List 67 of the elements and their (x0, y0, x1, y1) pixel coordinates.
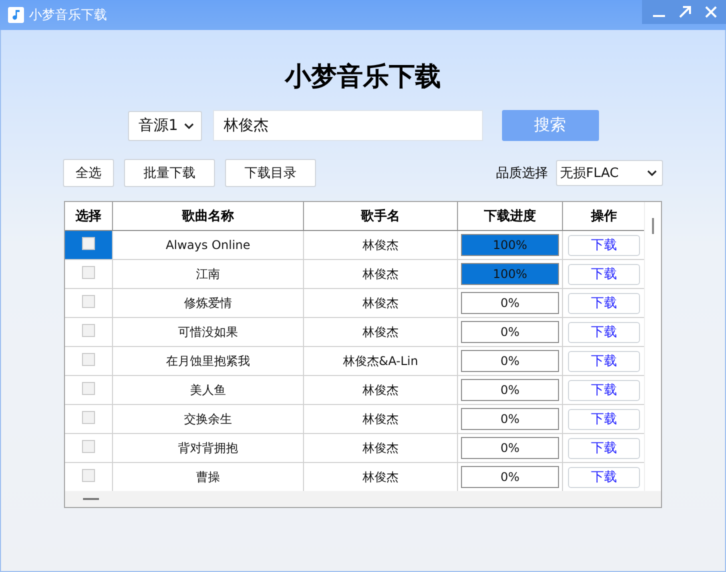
source-dropdown[interactable]: 音源1 (128, 110, 202, 140)
artist-name: 林俊杰&A-Lin (342, 352, 418, 370)
maximize-icon[interactable] (678, 5, 692, 19)
artist-name: 林俊杰 (362, 236, 398, 254)
download-button[interactable]: 下载 (568, 408, 640, 430)
checkbox[interactable] (82, 324, 95, 336)
artist-name: 林俊杰 (362, 440, 398, 456)
window-title: 小梦音乐下载 (29, 7, 107, 24)
song-title: Always Online (166, 238, 250, 252)
song-title: 交换余生 (184, 410, 232, 428)
chevron-icon (647, 170, 657, 176)
progress-text: 0% (500, 412, 520, 426)
artist-name: 林俊杰 (362, 294, 398, 312)
progress-text: 100% (492, 267, 528, 281)
checkbox[interactable] (82, 468, 95, 482)
download-button[interactable]: 下载 (568, 292, 640, 314)
song-title: 美人鱼 (190, 382, 226, 398)
checkbox[interactable] (82, 266, 95, 278)
chevron-icon (184, 122, 194, 128)
column-header: 歌手名 (304, 202, 458, 230)
progress-text: 0% (500, 354, 520, 368)
download-button[interactable]: 下载 (568, 438, 640, 458)
checkbox-cell[interactable] (65, 231, 113, 259)
artist-name: 林俊杰 (362, 324, 398, 340)
checkbox[interactable] (82, 382, 95, 394)
checkbox[interactable] (82, 440, 95, 452)
quality-dropdown[interactable]: 无损FLAC (556, 160, 663, 186)
download-button[interactable]: 下载 (568, 234, 640, 256)
scrollbar-thumb[interactable] (652, 218, 654, 234)
search-field[interactable]: 林俊杰 (212, 110, 482, 141)
progress-text: 0% (500, 383, 520, 397)
quality-label: 品质选择 (496, 165, 548, 182)
checkbox[interactable] (82, 236, 95, 250)
song-title: 背对背拥抱 (178, 440, 238, 456)
toolbar-button[interactable]: 批量下载 (124, 159, 215, 187)
app-heading: 小梦音乐下载 (285, 61, 441, 94)
column-header: 下载进度 (458, 202, 563, 230)
toolbar-button[interactable]: 下载目录 (225, 159, 316, 187)
download-button[interactable]: 下载 (568, 350, 640, 372)
artist-name: 林俊杰 (362, 410, 398, 428)
artist-name: 林俊杰 (362, 468, 398, 486)
artist-name: 林俊杰 (362, 382, 398, 398)
scrollbar-thumb[interactable] (83, 498, 99, 500)
artist-name: 林俊杰 (362, 266, 398, 282)
column-header: 选择 (65, 202, 113, 230)
song-title: 曹操 (196, 468, 220, 486)
toolbar-button[interactable]: 全选 (63, 159, 114, 187)
download-button[interactable]: 下载 (568, 380, 640, 400)
song-title: 可惜没如果 (178, 324, 238, 340)
song-title: 修炼爱情 (184, 294, 232, 312)
song-title: 江南 (196, 266, 220, 282)
progress-text: 0% (500, 296, 520, 310)
checkbox[interactable] (82, 294, 95, 308)
checkbox[interactable] (82, 410, 95, 424)
music-note-icon (8, 7, 24, 23)
progress-text: 0% (500, 441, 520, 455)
column-header: 歌曲名称 (113, 202, 304, 230)
song-title: 在月蚀里抱紧我 (166, 352, 250, 370)
download-button[interactable]: 下载 (568, 322, 640, 342)
progress-text: 0% (500, 470, 520, 484)
download-button[interactable]: 下载 (568, 264, 640, 284)
progress-text: 0% (500, 325, 520, 339)
checkbox[interactable] (82, 352, 95, 366)
column-header: 操作 (590, 208, 618, 226)
close-icon[interactable] (704, 5, 718, 19)
download-button[interactable]: 下载 (568, 466, 640, 488)
progress-text: 100% (492, 238, 528, 252)
